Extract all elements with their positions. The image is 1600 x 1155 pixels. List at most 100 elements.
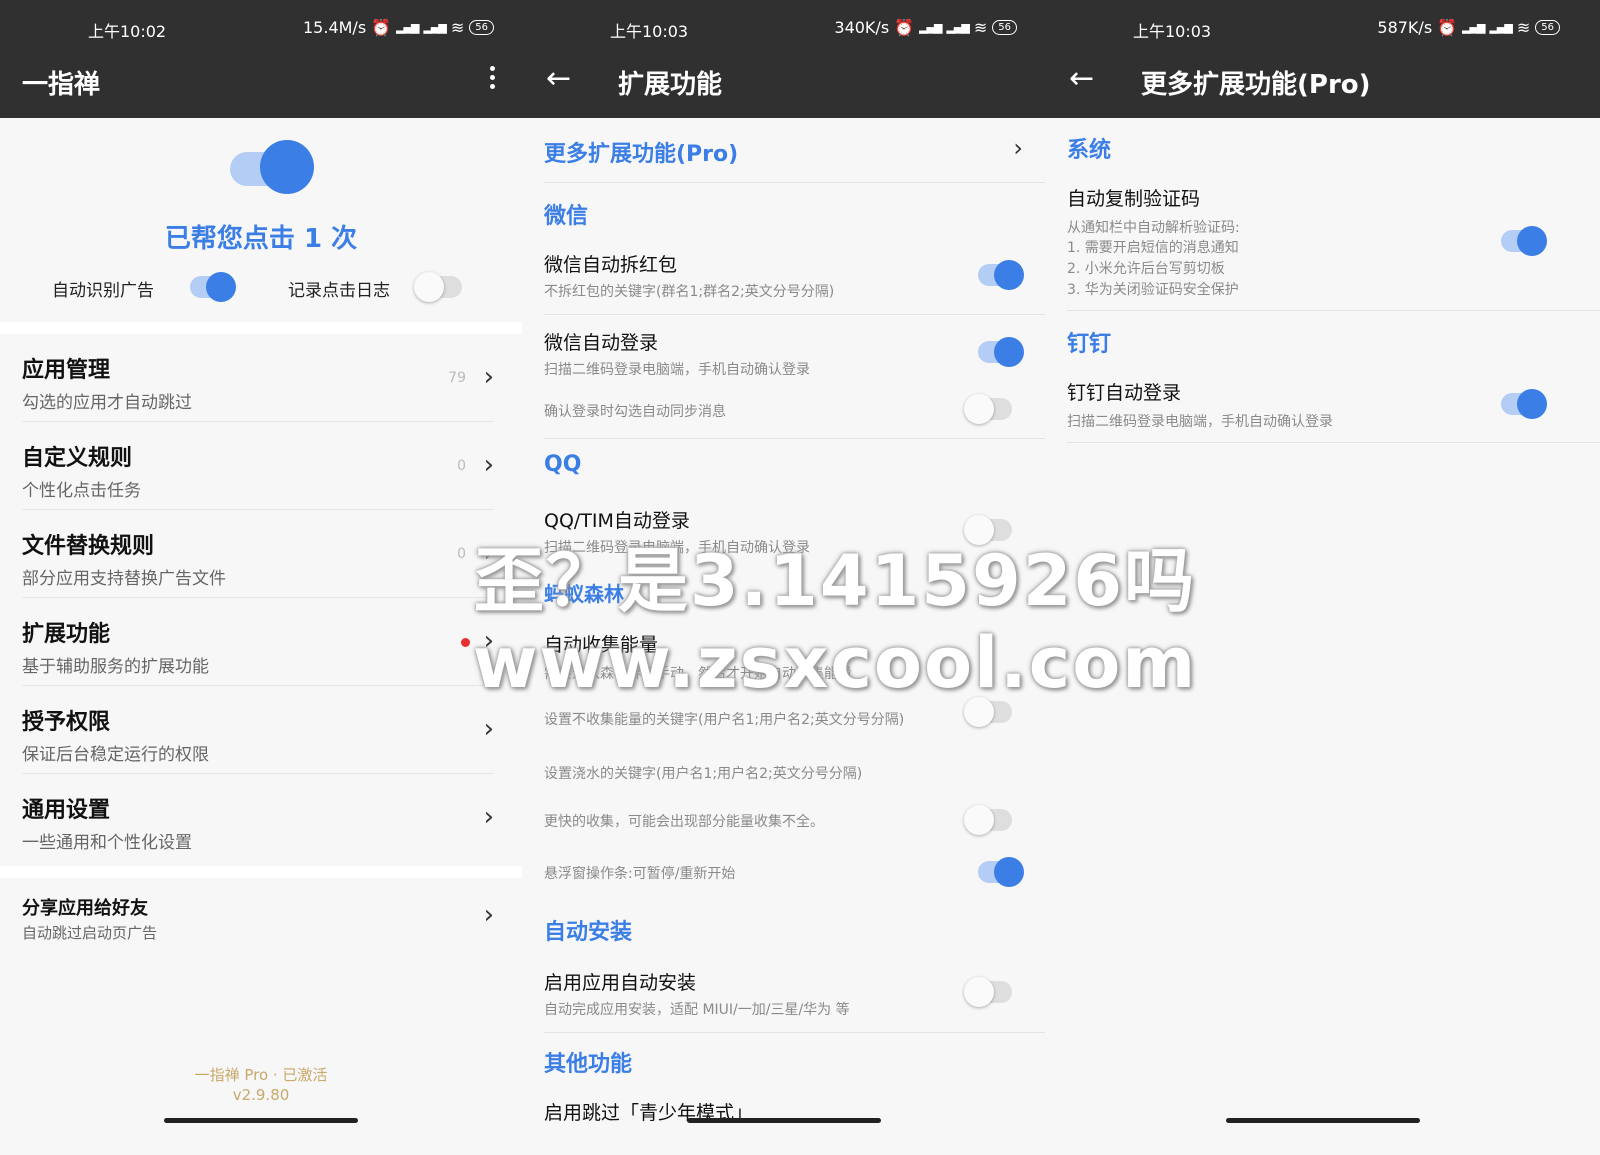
divider [0, 322, 522, 334]
chevron-right-icon: › [483, 538, 494, 568]
ant-float-desc: 悬浮窗操作条:可暂停/重新开始 [544, 866, 736, 882]
divider [544, 1032, 1045, 1033]
divider [1067, 442, 1600, 443]
status-time: 上午10:03 [1133, 22, 1212, 41]
wechat-redpack-desc[interactable]: 不拆红包的关键字(群名1;群名2;英文分号分隔) [544, 282, 834, 302]
menu-custom-rules[interactable]: 自定义规则 个性化点击任务 0 › [22, 422, 494, 510]
net-speed: 15.4M/s [303, 18, 367, 37]
page-title: 扩展功能 [618, 70, 723, 100]
phone-pro-extensions: 上午10:03 587K/s ⏰ ▂▄▆ ▂▄▆ ≋ 56 ← 更多扩展功能(P… [1045, 0, 1600, 1155]
log-label: 记录点击日志 [288, 281, 390, 301]
menu-subtitle: 勾选的应用才自动跳过 [22, 393, 192, 413]
back-arrow-icon[interactable]: ← [1069, 62, 1094, 96]
dingtalk-login-title: 钉钉自动登录 [1067, 382, 1182, 404]
signal-icon-2: ▂▄▆ [946, 21, 969, 34]
menu-file-replace[interactable]: 文件替换规则 部分应用支持替换广告文件 0 › [22, 510, 494, 598]
sms-desc-line-4: 3. 华为关闭验证码安全保护 [1067, 282, 1239, 298]
status-right: 340K/s ⏰ ▂▄▆ ▂▄▆ ≋ 56 [834, 18, 1017, 37]
menu-subtitle: 基于辅助服务的扩展功能 [22, 657, 209, 677]
menu-subtitle: 保证后台稳定运行的权限 [22, 745, 209, 765]
ant-collect-desc: 需要进入森林界面手动，然后才开始自动收集能量 [544, 666, 852, 682]
battery-icon: 56 [1535, 20, 1560, 35]
extensions-content: 更多扩展功能(Pro) › 微信 微信自动拆红包 不拆红包的关键字(群名1;群名… [522, 118, 1045, 1155]
app-bar: 上午10:02 15.4M/s ⏰ ▂▄▆ ▂▄▆ ≋ 56 一指禅 [0, 0, 522, 118]
section-qq: QQ [544, 452, 582, 477]
back-arrow-icon[interactable]: ← [546, 62, 571, 96]
menu-permissions[interactable]: 授予权限 保证后台稳定运行的权限 › [22, 686, 494, 774]
page-title: 更多扩展功能(Pro) [1141, 70, 1371, 100]
ant-collect-title: 自动收集能量 [544, 634, 659, 656]
page-title: 一指禅 [22, 70, 101, 100]
pro-content: 系统 自动复制验证码 从通知栏中自动解析验证码: 1. 需要开启短信的消息通知 … [1045, 118, 1600, 1155]
menu-share[interactable]: 分享应用给好友 自动跳过启动页广告 › [22, 880, 494, 956]
wechat-redpack-title: 微信自动拆红包 [544, 254, 678, 276]
menu-subtitle: 自动跳过启动页广告 [22, 924, 158, 942]
menu-title: 分享应用给好友 [22, 898, 148, 919]
chevron-right-icon: › [483, 900, 494, 930]
version-label: v2.9.80 [232, 1086, 290, 1104]
gesture-bar [686, 1118, 881, 1123]
divider [1067, 310, 1600, 311]
gesture-bar [1225, 1118, 1420, 1123]
menu-title: 文件替换规则 [22, 534, 155, 559]
menu-count: 0 [457, 458, 466, 474]
ant-fast-desc: 更快的收集，可能会出现部分能量收集不全。 [544, 814, 824, 830]
status-time: 上午10:03 [610, 22, 689, 41]
home-content: 已帮您点击 1 次 自动识别广告 记录点击日志 应用管理 勾选的应用才自动跳过 … [0, 118, 522, 1155]
menu-extensions[interactable]: 扩展功能 基于辅助服务的扩展功能 › [22, 598, 494, 686]
chevron-right-icon: › [483, 714, 494, 744]
chevron-right-icon: › [483, 450, 494, 480]
menu-title: 通用设置 [22, 798, 111, 823]
more-menu-icon[interactable] [484, 66, 500, 94]
qq-login-desc: 扫描二维码登录电脑端，手机自动确认登录 [544, 540, 810, 556]
menu-subtitle: 部分应用支持替换广告文件 [22, 569, 226, 589]
new-badge [461, 638, 470, 647]
alarm-icon: ⏰ [894, 18, 915, 37]
menu-title: 应用管理 [22, 358, 111, 383]
alarm-icon: ⏰ [1437, 18, 1458, 37]
click-count: 已帮您点击 1 次 [164, 224, 358, 254]
qq-login-title: QQ/TIM自动登录 [544, 510, 690, 532]
status-right: 587K/s ⏰ ▂▄▆ ▂▄▆ ≋ 56 [1377, 18, 1560, 37]
phone-home: 上午10:02 15.4M/s ⏰ ▂▄▆ ▂▄▆ ≋ 56 一指禅 已帮您点击… [0, 0, 522, 1155]
screenshots-collage: 上午10:02 15.4M/s ⏰ ▂▄▆ ▂▄▆ ≋ 56 一指禅 已帮您点击… [0, 0, 1600, 1155]
divider [544, 182, 1045, 183]
wifi-icon: ≋ [973, 18, 988, 37]
sms-desc-line-2: 1. 需要开启短信的消息通知 [1067, 240, 1239, 256]
menu-title: 自定义规则 [22, 446, 133, 471]
status-bar: 上午10:03 587K/s ⏰ ▂▄▆ ▂▄▆ ≋ 56 [1045, 18, 1600, 42]
signal-icon-2: ▂▄▆ [1489, 21, 1512, 34]
dingtalk-login-desc: 扫描二维码登录电脑端，手机自动确认登录 [1067, 414, 1333, 430]
phone-extensions: 上午10:03 340K/s ⏰ ▂▄▆ ▂▄▆ ≋ 56 ← 扩展功能 更多扩… [522, 0, 1045, 1155]
wechat-login-desc: 扫描二维码登录电脑端，手机自动确认登录 [544, 362, 810, 378]
menu-subtitle: 个性化点击任务 [22, 481, 141, 501]
chevron-right-icon: › [483, 802, 494, 832]
wechat-login-title: 微信自动登录 [544, 332, 659, 354]
chevron-right-icon: › [1013, 134, 1023, 162]
chevron-right-icon: › [483, 626, 494, 656]
signal-icon: ▂▄▆ [919, 21, 942, 34]
signal-icon-2: ▂▄▆ [423, 21, 446, 34]
wifi-icon: ≋ [450, 18, 465, 37]
master-toggle[interactable] [230, 140, 316, 194]
menu-general-settings[interactable]: 通用设置 一些通用和个性化设置 › [22, 774, 494, 862]
chevron-right-icon: › [483, 362, 494, 392]
section-dingtalk: 钉钉 [1067, 332, 1112, 357]
wifi-icon: ≋ [1516, 18, 1531, 37]
signal-icon: ▂▄▆ [396, 21, 419, 34]
menu-subtitle: 一些通用和个性化设置 [22, 833, 192, 853]
pro-features-link[interactable]: 更多扩展功能(Pro) [544, 136, 738, 168]
section-system: 系统 [1067, 138, 1112, 163]
signal-icon: ▂▄▆ [1462, 21, 1485, 34]
net-speed: 587K/s [1377, 18, 1433, 37]
net-speed: 340K/s [834, 18, 890, 37]
alarm-icon: ⏰ [371, 18, 392, 37]
section-other: 其他功能 [544, 1052, 633, 1077]
ant-water-desc[interactable]: 设置浇水的关键字(用户名1;用户名2;英文分号分隔) [544, 764, 862, 784]
menu-title: 扩展功能 [22, 622, 111, 647]
battery-icon: 56 [992, 20, 1017, 35]
ant-skip-desc[interactable]: 设置不收集能量的关键字(用户名1;用户名2;英文分号分隔) [544, 710, 935, 730]
menu-app-management[interactable]: 应用管理 勾选的应用才自动跳过 79 › [22, 334, 494, 422]
divider [0, 866, 522, 878]
sms-code-title: 自动复制验证码 [1067, 188, 1201, 210]
